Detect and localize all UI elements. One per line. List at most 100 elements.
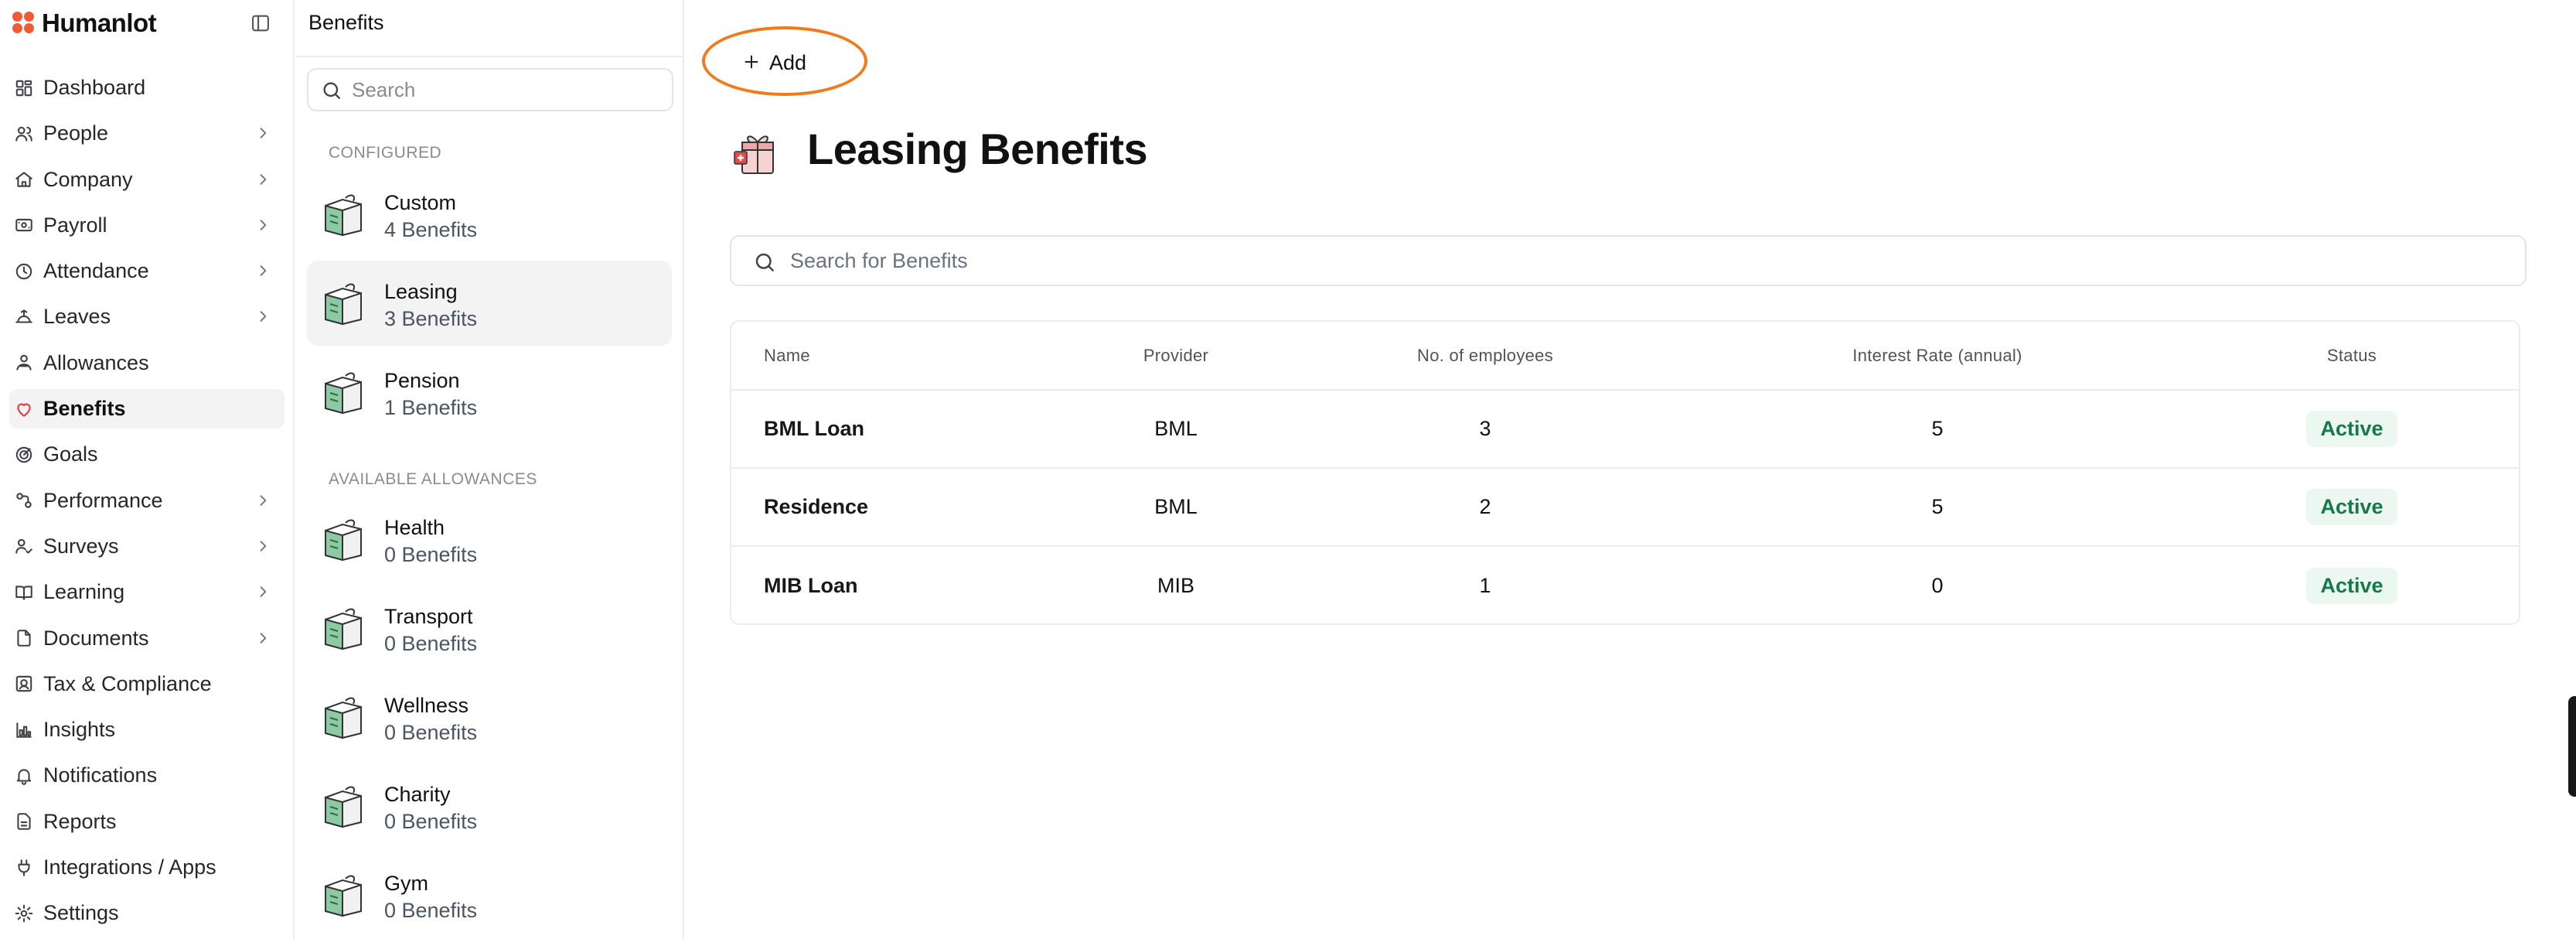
sidebar-item-tax-compliance[interactable]: Tax & Compliance (9, 664, 285, 704)
sidebar-item-label: Notifications (43, 763, 158, 787)
column-header-provider[interactable]: Provider (1072, 322, 1280, 391)
cell-interest-rate: 0 (1931, 573, 1944, 597)
sidebar-toggle-icon[interactable] (250, 12, 271, 34)
sidebar-item-goals[interactable]: Goals (9, 435, 285, 474)
page-title: Leasing Benefits (807, 125, 1148, 173)
gear-icon (14, 903, 34, 924)
benefits-search[interactable] (730, 235, 2527, 286)
category-item-charity[interactable]: Charity 0 Benefits (307, 763, 672, 849)
sidebar-item-label: Benefits (43, 397, 126, 421)
category-count: 4 Benefits (384, 218, 478, 241)
benefits-table: Name Provider No. of employees Interest … (731, 322, 2519, 623)
sidebar-item-label: Reports (43, 809, 117, 833)
sidebar-item-label: Learning (43, 580, 125, 604)
cell-name: Residence (731, 468, 1072, 547)
status-badge: Active (2306, 567, 2397, 604)
sidebar-item-notifications[interactable]: Notifications (9, 756, 285, 795)
chevron-right-icon (255, 217, 271, 233)
sidebar-item-allowances[interactable]: Allowances (9, 343, 285, 383)
add-button[interactable]: Add (723, 39, 831, 87)
chevron-right-icon (255, 584, 271, 599)
cell-status: Active (2185, 468, 2519, 547)
category-item-wellness[interactable]: Wellness 0 Benefits (307, 674, 672, 760)
benefit-box-icon (322, 517, 364, 562)
chevron-right-icon (255, 125, 271, 141)
people-icon (14, 124, 34, 144)
tax-icon (14, 674, 34, 694)
available-section-label: AVAILABLE ALLOWANCES (329, 470, 537, 488)
clock-icon (14, 261, 34, 282)
category-name: Health (384, 516, 445, 539)
sidebar-item-label: Payroll (43, 213, 107, 237)
category-count: 0 Benefits (384, 810, 478, 833)
table-row[interactable]: MIB Loan MIB 1 0 Active (731, 546, 2519, 623)
app-name: Humanlot (42, 9, 157, 37)
sidebar-item-attendance[interactable]: Attendance (9, 251, 285, 291)
search-icon (321, 80, 342, 105)
sidebar-item-integrations-apps[interactable]: Integrations / Apps (9, 848, 285, 887)
category-item-pension[interactable]: Pension 1 Benefits (307, 350, 672, 435)
leaves-icon (14, 307, 34, 327)
column-header-interest-rate[interactable]: Interest Rate (annual) (1690, 322, 2185, 391)
category-item-transport[interactable]: Transport 0 Benefits (307, 586, 672, 671)
category-item-health[interactable]: Health 0 Benefits (307, 497, 672, 582)
document-icon (14, 628, 34, 648)
plug-icon (14, 858, 34, 878)
table-row[interactable]: Residence BML 2 5 Active (731, 468, 2519, 547)
cell-status: Active (2185, 390, 2519, 469)
company-icon (14, 169, 34, 190)
sidebar-item-performance[interactable]: Performance (9, 481, 285, 521)
column-header-name[interactable]: Name (731, 322, 1072, 391)
category-name: Transport (384, 605, 473, 628)
cell-name: MIB Loan (764, 573, 858, 597)
category-search[interactable] (307, 68, 673, 111)
chevron-right-icon (255, 263, 271, 278)
category-item-gym[interactable]: Gym 0 Benefits (307, 852, 672, 937)
sidebar-item-reports[interactable]: Reports (9, 802, 285, 842)
sidebar-item-label: Tax & Compliance (43, 671, 212, 695)
cell-employees: 3 (1280, 390, 1690, 469)
cell-provider: BML (1072, 390, 1280, 469)
chevron-right-icon (255, 538, 271, 554)
category-count: 1 Benefits (384, 396, 478, 419)
sidebar-item-insights[interactable]: Insights (9, 710, 285, 749)
sidebar-item-label: Performance (43, 488, 163, 512)
heart-icon (14, 399, 34, 419)
sidebar-nav: Dashboard People Company Payroll Attendance L… (9, 68, 285, 939)
benefit-box-icon (322, 370, 364, 415)
cell-interest-rate: 5 (1690, 468, 2185, 547)
category-count: 0 Benefits (384, 721, 478, 744)
category-search-input[interactable] (352, 77, 672, 102)
sidebar-item-documents[interactable]: Documents (9, 619, 285, 658)
sidebar-item-dashboard[interactable]: Dashboard (9, 68, 285, 108)
category-count: 0 Benefits (384, 899, 478, 922)
category-item-leasing[interactable]: Leasing 3 Benefits (307, 261, 672, 346)
sidebar-item-surveys[interactable]: Surveys (9, 527, 285, 566)
sidebar-item-label: People (43, 121, 109, 145)
sidebar-item-company[interactable]: Company (9, 160, 285, 200)
column-header-employees[interactable]: No. of employees (1280, 322, 1690, 391)
sidebar-item-learning[interactable]: Learning (9, 572, 285, 612)
benefit-box-icon (322, 784, 364, 828)
table-row[interactable]: BML Loan BML 3 5 Active (731, 390, 2519, 469)
side-drawer-handle[interactable] (2568, 696, 2576, 797)
brand[interactable]: Humanlot (12, 8, 157, 39)
sidebar-item-people[interactable]: People (9, 114, 285, 153)
benefits-search-input[interactable] (790, 248, 2525, 273)
sidebar-item-benefits[interactable]: Benefits (9, 389, 285, 429)
sidebar-item-payroll[interactable]: Payroll (9, 206, 285, 245)
benefit-box-icon (322, 192, 364, 237)
book-icon (14, 582, 34, 603)
insights-icon (14, 720, 34, 740)
sidebar-item-settings[interactable]: Settings (9, 893, 285, 933)
dashboard-icon (14, 78, 34, 98)
chevron-right-icon (255, 172, 271, 187)
category-name: Leasing (384, 280, 458, 303)
column-header-status[interactable]: Status (2185, 322, 2519, 391)
benefits-table-card: Name Provider No. of employees Interest … (730, 320, 2520, 625)
reports-icon (14, 811, 34, 831)
sidebar-item-label: Company (43, 167, 133, 191)
configured-section-label: CONFIGURED (329, 144, 442, 162)
category-item-custom[interactable]: Custom 4 Benefits (307, 172, 672, 257)
sidebar-item-leaves[interactable]: Leaves (9, 297, 285, 336)
